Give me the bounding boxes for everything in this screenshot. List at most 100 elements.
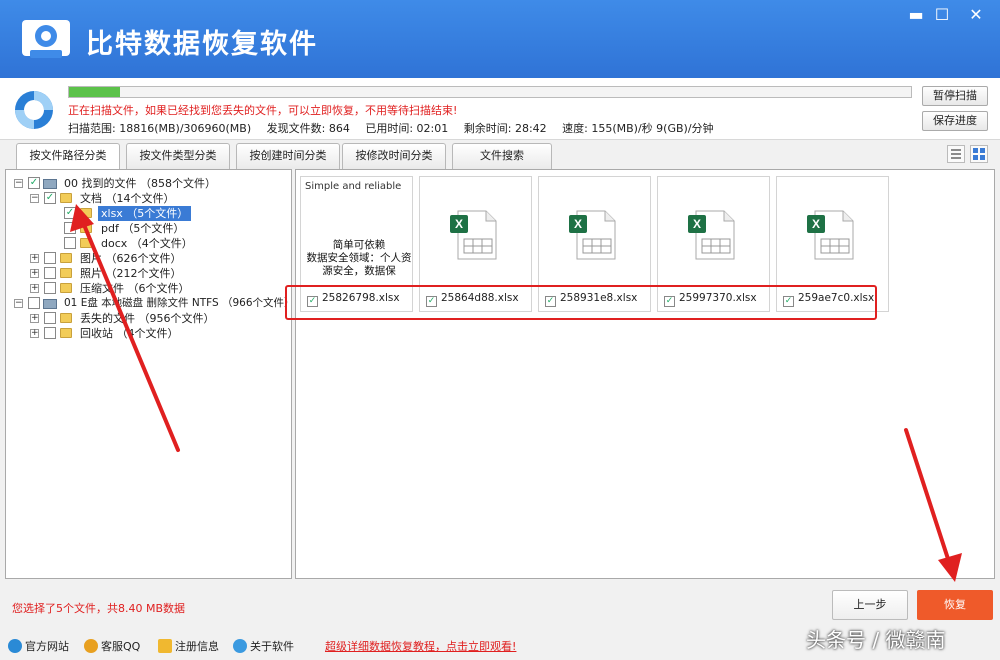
tree-label: 回收站 （4个文件） bbox=[80, 327, 179, 340]
pencil-icon bbox=[158, 639, 172, 653]
pause-scan-button[interactable]: 暂停扫描 bbox=[922, 86, 988, 106]
tree-label: 照片 （212个文件） bbox=[80, 267, 182, 280]
scan-warning-text: 正在扫描文件，如果已经找到您丢失的文件，可以立即恢复，不用等待扫描结束! bbox=[68, 104, 458, 117]
checkbox[interactable]: ✓ bbox=[28, 177, 40, 189]
excel-file-icon: X bbox=[450, 210, 497, 260]
excel-file-icon: X bbox=[569, 210, 616, 260]
scan-range: 扫描范围: 18816(MB)/306960(MB) bbox=[68, 122, 252, 135]
tree-item-lost-files[interactable]: + 丢失的文件 （956个文件） bbox=[30, 311, 285, 326]
drive-icon bbox=[43, 179, 57, 189]
tree-item-images[interactable]: + 图片 （626个文件） bbox=[30, 251, 285, 266]
about-software-link[interactable]: 关于软件 bbox=[233, 638, 294, 654]
register-info-link[interactable]: 注册信息 bbox=[158, 638, 219, 654]
folder-icon bbox=[80, 223, 92, 233]
tree-item-found-files[interactable]: − ✓ 00 找到的文件 （858个文件） bbox=[14, 176, 289, 191]
document-preview: Simple and reliable 简单可依赖 数据安全领域：个人资源安全，数… bbox=[301, 177, 412, 287]
svg-text:X: X bbox=[693, 217, 701, 231]
tutorial-link[interactable]: 超级详细数据恢复教程，点击立即观看! bbox=[325, 638, 516, 654]
preview-heading: Simple and reliable bbox=[305, 181, 402, 192]
tree-label: 01 E盘 本地磁盘 删除文件 NTFS （966个文件） bbox=[64, 297, 295, 309]
tree-item-docx[interactable]: docx （4个文件） bbox=[64, 236, 264, 251]
checkbox[interactable] bbox=[64, 222, 76, 234]
grid-view-icon[interactable] bbox=[970, 145, 988, 163]
preview-text: 简单可依赖 数据安全领域：个人资源安全，数据保 bbox=[306, 239, 412, 277]
tree-label: docx （4个文件） bbox=[101, 237, 193, 250]
elapsed-time: 已用时间: 02:01 bbox=[365, 122, 449, 135]
scan-speed: 速度: 155(MB)/秒 9(GB)/分钟 bbox=[562, 122, 714, 135]
folder-icon bbox=[60, 193, 72, 203]
scan-progress-fill bbox=[69, 87, 120, 97]
tree-item-photos[interactable]: + 照片 （212个文件） bbox=[30, 266, 285, 281]
tree-label: 00 找到的文件 （858个文件） bbox=[64, 177, 216, 190]
tab-by-type[interactable]: 按文件类型分类 bbox=[126, 143, 230, 169]
tree-label: 丢失的文件 （956个文件） bbox=[80, 312, 215, 325]
svg-text:X: X bbox=[574, 217, 582, 231]
collapse-icon[interactable]: − bbox=[14, 179, 23, 188]
excel-file-icon: X bbox=[807, 210, 854, 260]
folder-icon bbox=[60, 313, 72, 323]
expand-icon[interactable]: + bbox=[30, 269, 39, 278]
tree-item-e-drive[interactable]: − 01 E盘 本地磁盘 删除文件 NTFS （966个文件） bbox=[14, 296, 295, 311]
folder-icon bbox=[60, 328, 72, 338]
previous-step-button[interactable]: 上一步 bbox=[832, 590, 908, 620]
file-thumbnail-grid: Simple and reliable 简单可依赖 数据安全领域：个人资源安全，数… bbox=[295, 169, 995, 579]
close-button[interactable]: ✕ bbox=[964, 4, 988, 26]
excel-file-icon: X bbox=[688, 210, 735, 260]
checkbox[interactable] bbox=[44, 267, 56, 279]
tree-item-xlsx[interactable]: ✓ xlsx （5个文件） bbox=[64, 206, 264, 221]
tab-by-modified[interactable]: 按修改时间分类 bbox=[342, 143, 446, 169]
selection-summary: 您选择了5个文件，共8.40 MB数据 bbox=[12, 602, 186, 615]
folder-icon bbox=[60, 268, 72, 278]
collapse-icon[interactable]: − bbox=[14, 299, 23, 308]
tab-by-path[interactable]: 按文件路径分类 bbox=[16, 143, 120, 170]
checkbox[interactable] bbox=[44, 252, 56, 264]
tab-by-created[interactable]: 按创建时间分类 bbox=[236, 143, 340, 169]
list-view-icon[interactable] bbox=[947, 145, 965, 163]
title-bar: 比特数据恢复软件 ▬ ☐ ✕ bbox=[0, 0, 1000, 78]
maximize-button[interactable]: ☐ bbox=[930, 4, 954, 26]
files-found: 发现文件数: 864 bbox=[266, 122, 350, 135]
folder-icon bbox=[60, 283, 72, 293]
tree-label: xlsx （5个文件） bbox=[98, 206, 192, 221]
scan-spinner-icon bbox=[15, 91, 53, 129]
official-website-link[interactable]: 官方网站 bbox=[8, 638, 69, 654]
tree-label: pdf （5个文件） bbox=[101, 222, 185, 235]
checkbox[interactable]: ✓ bbox=[44, 192, 56, 204]
checkbox[interactable]: ✓ bbox=[64, 207, 76, 219]
app-title: 比特数据恢复软件 bbox=[86, 29, 318, 60]
checkbox[interactable] bbox=[28, 297, 40, 309]
tree-item-archives[interactable]: + 压缩文件 （6个文件） bbox=[30, 281, 285, 296]
info-icon bbox=[233, 639, 247, 653]
tree-item-recycle-bin[interactable]: + 回收站 （4个文件） bbox=[30, 326, 285, 341]
folder-icon bbox=[80, 238, 92, 248]
checkbox[interactable] bbox=[44, 327, 56, 339]
scan-progress-bar bbox=[68, 86, 912, 98]
checkbox[interactable] bbox=[64, 237, 76, 249]
support-qq-link[interactable]: 客服QQ bbox=[84, 638, 140, 654]
scan-stats: 扫描范围: 18816(MB)/306960(MB) 发现文件数: 864 已用… bbox=[68, 120, 726, 136]
minimize-button[interactable]: ▬ bbox=[904, 4, 928, 26]
app-logo-icon bbox=[22, 20, 70, 58]
tree-label: 压缩文件 （6个文件） bbox=[80, 282, 190, 295]
collapse-icon[interactable]: − bbox=[30, 194, 39, 203]
checkbox[interactable] bbox=[44, 282, 56, 294]
tree-item-documents[interactable]: − ✓ 文档 （14个文件） bbox=[30, 191, 285, 206]
checkbox[interactable] bbox=[44, 312, 56, 324]
tree-item-pdf[interactable]: pdf （5个文件） bbox=[64, 221, 264, 236]
globe-icon bbox=[8, 639, 22, 653]
expand-icon[interactable]: + bbox=[30, 314, 39, 323]
expand-icon[interactable]: + bbox=[30, 254, 39, 263]
folder-icon bbox=[60, 253, 72, 263]
expand-icon[interactable]: + bbox=[30, 329, 39, 338]
qq-penguin-icon bbox=[84, 639, 98, 653]
expand-icon[interactable]: + bbox=[30, 284, 39, 293]
svg-text:X: X bbox=[455, 217, 463, 231]
highlight-box bbox=[285, 285, 877, 320]
drive-icon bbox=[43, 299, 57, 309]
save-progress-button[interactable]: 保存进度 bbox=[922, 111, 988, 131]
tab-file-search[interactable]: 文件搜索 bbox=[452, 143, 552, 169]
remaining-time: 剩余时间: 28:42 bbox=[463, 122, 547, 135]
recover-button[interactable]: 恢复 bbox=[917, 590, 993, 620]
tree-label: 文档 （14个文件） bbox=[80, 192, 175, 205]
watermark-text: 头条号 / 微赣南 bbox=[806, 628, 946, 652]
